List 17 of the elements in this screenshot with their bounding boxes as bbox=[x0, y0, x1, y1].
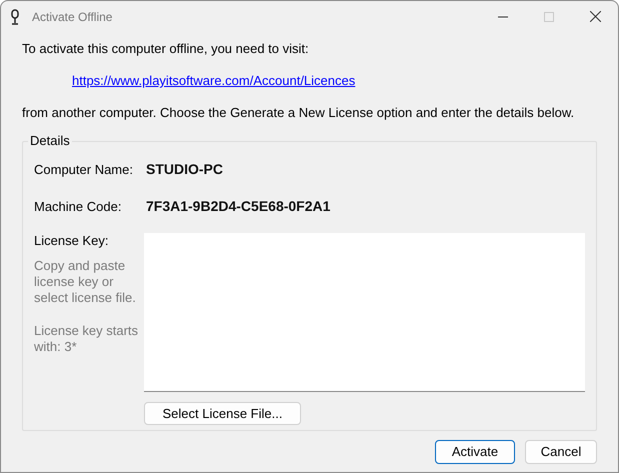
field-value: STUDIO-PC bbox=[146, 160, 223, 179]
licence-link[interactable]: https://www.playitsoftware.com/Account/Licences bbox=[72, 73, 356, 89]
field-label: License Key: bbox=[34, 233, 110, 249]
microphone-icon bbox=[10, 8, 20, 24]
hint-text: Copy and paste license key or select license file. bbox=[34, 258, 137, 306]
dialog-button[interactable]: Activate bbox=[435, 440, 515, 464]
field-label: Computer Name: bbox=[34, 160, 134, 179]
close-icon[interactable] bbox=[590, 11, 600, 22]
hint-text: License key starts with: 3* bbox=[34, 323, 140, 355]
field-value: 7F3A1-9B2D4-C5E68-0F2A1 bbox=[146, 197, 330, 216]
dialog-button[interactable]: Cancel bbox=[525, 440, 597, 464]
intro-text: To activate this computer offline, you need to visit: bbox=[22, 41, 310, 57]
window-title: Activate Offline bbox=[32, 8, 112, 26]
license-key-field[interactable] bbox=[144, 233, 585, 392]
field-label: Machine Code: bbox=[34, 198, 122, 216]
instructions-text: from another computer. Choose the Generate a New License option and enter the details below. bbox=[22, 105, 576, 121]
select-file-button[interactable]: Select License File... bbox=[144, 402, 301, 425]
